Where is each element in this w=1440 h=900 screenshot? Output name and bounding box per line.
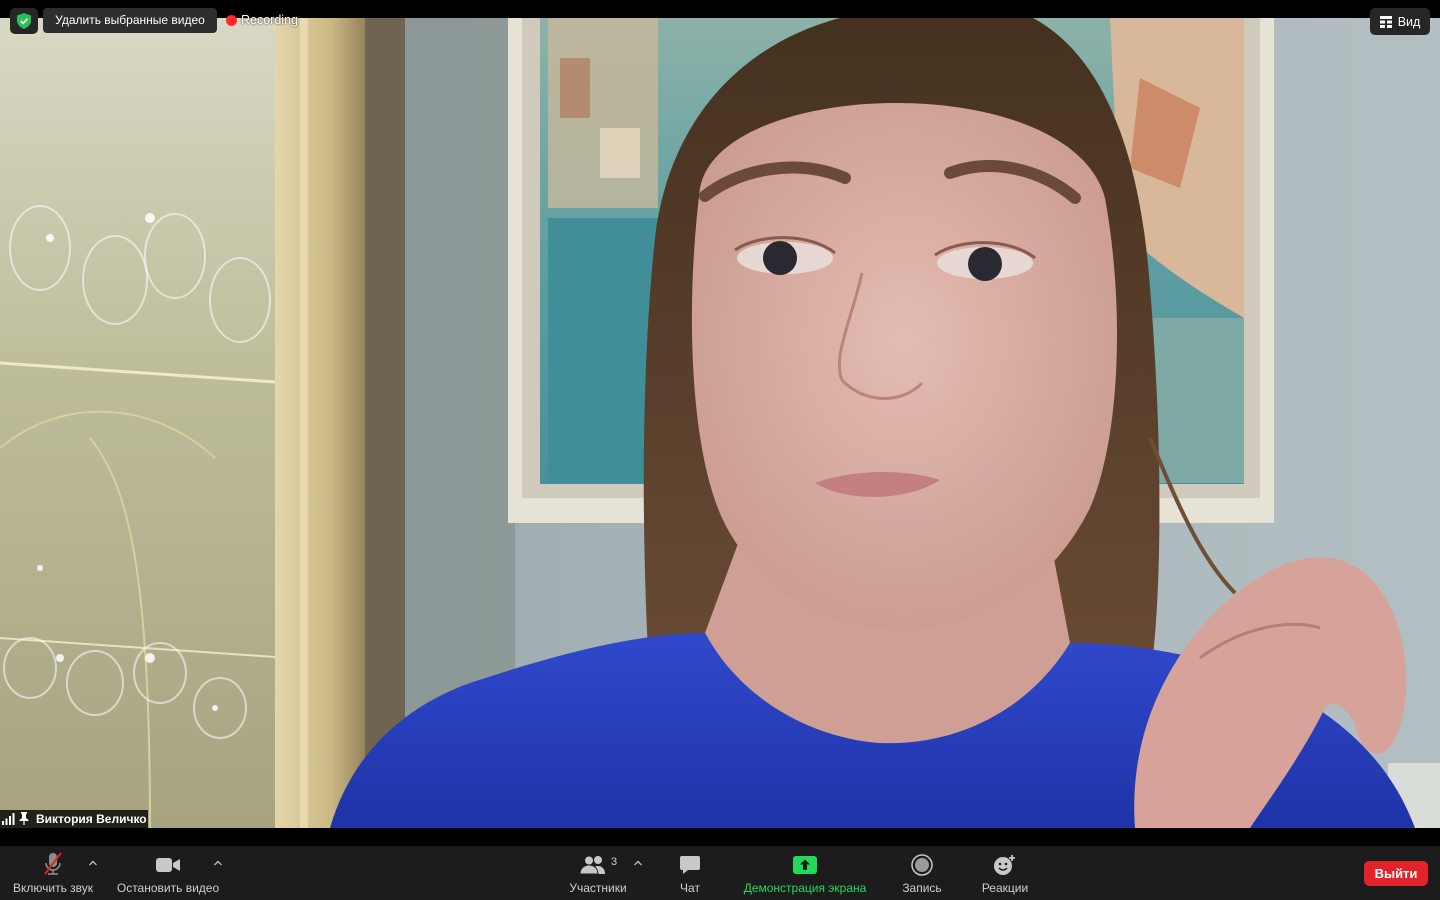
share-screen-label: Демонстрация экрана bbox=[743, 881, 867, 895]
view-button[interactable]: Вид bbox=[1370, 8, 1430, 35]
chevron-up-icon[interactable] bbox=[213, 859, 223, 867]
record-label: Запись bbox=[902, 881, 942, 895]
stop-video-button[interactable]: Остановить видео bbox=[112, 846, 224, 900]
participants-icon bbox=[579, 855, 605, 875]
participant-name-tag: Виктория Величко bbox=[0, 810, 148, 828]
signal-strength-icon bbox=[2, 813, 15, 825]
reactions-button[interactable]: Реакции bbox=[975, 846, 1035, 900]
chevron-up-icon[interactable] bbox=[633, 859, 643, 867]
security-shield-icon bbox=[17, 13, 31, 29]
reactions-icon bbox=[994, 855, 1015, 875]
reactions-label: Реакции bbox=[981, 881, 1029, 895]
grid-view-icon bbox=[1379, 15, 1392, 28]
view-button-label: Вид bbox=[1397, 14, 1421, 29]
video-camera-icon bbox=[156, 858, 180, 872]
participants-label: Участники bbox=[569, 881, 627, 895]
participants-count: 3 bbox=[610, 856, 618, 868]
recording-status-label: Recording bbox=[241, 13, 298, 27]
unmute-label: Включить звук bbox=[12, 881, 94, 895]
leave-meeting-button[interactable]: Выйти bbox=[1364, 861, 1428, 886]
record-icon bbox=[911, 854, 933, 876]
chat-label: Чат bbox=[680, 881, 700, 895]
delete-selected-videos-button[interactable]: Удалить выбранные видео bbox=[43, 8, 217, 33]
share-screen-icon bbox=[793, 856, 817, 874]
chevron-up-icon[interactable] bbox=[88, 859, 98, 867]
pin-icon bbox=[19, 812, 29, 825]
chat-button[interactable]: Чат bbox=[665, 846, 715, 900]
chat-bubble-icon bbox=[680, 856, 700, 874]
participant-name: Виктория Величко bbox=[36, 812, 147, 826]
video-feed[interactable] bbox=[0, 18, 1440, 828]
zoom-meeting-window: Удалить выбранные видео Recording Вид Ви… bbox=[0, 0, 1440, 900]
meeting-toolbar: Включить звук Остановить видео 3 Участни… bbox=[0, 846, 1440, 900]
participant-video-image bbox=[0, 18, 1440, 828]
participants-button[interactable]: 3 Участники bbox=[562, 846, 634, 900]
microphone-muted-icon bbox=[44, 852, 62, 875]
stop-video-label: Остановить видео bbox=[116, 881, 220, 895]
glass-cabinet bbox=[0, 18, 291, 828]
share-screen-button[interactable]: Демонстрация экрана bbox=[735, 846, 875, 900]
wooden-cabinet-frame bbox=[275, 18, 405, 828]
meeting-security-button[interactable] bbox=[10, 8, 38, 34]
recording-dot-icon bbox=[226, 15, 237, 26]
unmute-button[interactable]: Включить звук bbox=[8, 846, 98, 900]
record-button[interactable]: Запись bbox=[897, 846, 947, 900]
